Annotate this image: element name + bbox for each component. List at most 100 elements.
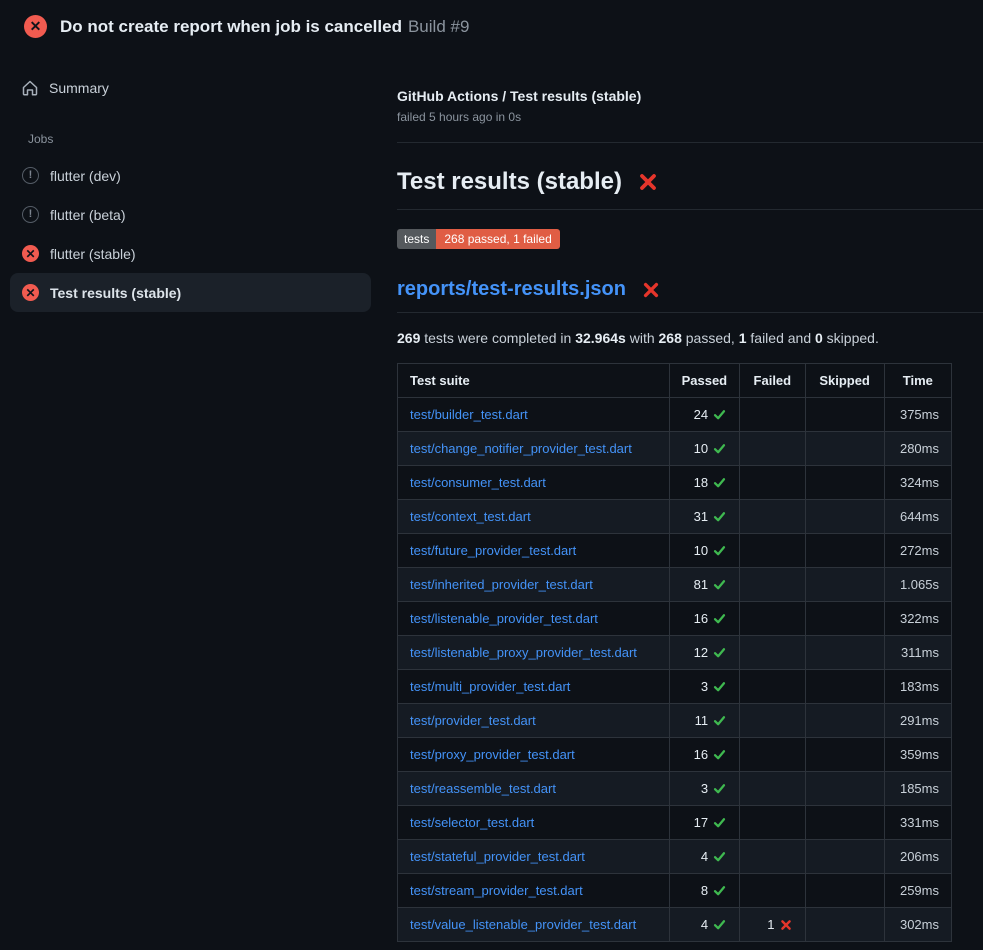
- time-cell: 291ms: [884, 704, 951, 738]
- sentence-segment: 268: [659, 330, 682, 346]
- failed-cell: [740, 466, 805, 500]
- sentence-segment: 0: [815, 330, 823, 346]
- failed-cell: [740, 670, 805, 704]
- column-header-skipped: Skipped: [805, 364, 884, 398]
- table-row: test/inherited_provider_test.dart 81 1.065…: [398, 568, 952, 602]
- time-cell: 302ms: [884, 908, 951, 942]
- failed-cell: [740, 738, 805, 772]
- test-suite-link[interactable]: test/context_test.dart: [410, 509, 531, 524]
- jobs-heading: Jobs: [0, 106, 381, 156]
- test-suite-cell: test/proxy_provider_test.dart: [398, 738, 670, 772]
- stop-icon: !: [22, 167, 39, 184]
- check-icon: [713, 918, 726, 931]
- time-cell: 359ms: [884, 738, 951, 772]
- home-icon: [22, 80, 38, 96]
- sentence-segment: 32.964s: [575, 330, 626, 346]
- sidebar: Summary Jobs !flutter (dev)!flutter (bet…: [0, 52, 381, 312]
- passed-cell: 10: [669, 432, 740, 466]
- skipped-cell: [805, 908, 884, 942]
- test-suite-link[interactable]: test/inherited_provider_test.dart: [410, 577, 593, 592]
- time-cell: 185ms: [884, 772, 951, 806]
- time-cell: 644ms: [884, 500, 951, 534]
- skipped-cell: [805, 670, 884, 704]
- skipped-cell: [805, 874, 884, 908]
- test-suite-link[interactable]: test/selector_test.dart: [410, 815, 534, 830]
- sentence-segment: skipped.: [823, 330, 879, 346]
- passed-cell: 10: [669, 534, 740, 568]
- time-cell: 280ms: [884, 432, 951, 466]
- test-suite-link[interactable]: test/listenable_provider_test.dart: [410, 611, 598, 626]
- test-suite-cell: test/provider_test.dart: [398, 704, 670, 738]
- test-suite-link[interactable]: test/multi_provider_test.dart: [410, 679, 570, 694]
- failed-cell: [740, 602, 805, 636]
- table-row: test/context_test.dart 31 644ms: [398, 500, 952, 534]
- column-header-failed: Failed: [740, 364, 805, 398]
- test-suite-cell: test/value_listenable_provider_test.dart: [398, 908, 670, 942]
- failed-cell: [740, 704, 805, 738]
- time-cell: 183ms: [884, 670, 951, 704]
- failed-cell: [740, 772, 805, 806]
- table-row: test/stateful_provider_test.dart4206ms: [398, 840, 952, 874]
- passed-cell: 16: [669, 738, 740, 772]
- sidebar-item-flutter-stable[interactable]: ✕flutter (stable): [10, 234, 371, 273]
- test-suite-cell: test/selector_test.dart: [398, 806, 670, 840]
- failed-cell: [740, 500, 805, 534]
- test-suite-link[interactable]: test/value_listenable_provider_test.dart: [410, 917, 636, 932]
- passed-cell: 31: [669, 500, 740, 534]
- check-icon: [713, 578, 726, 591]
- sidebar-item-flutter-beta[interactable]: !flutter (beta): [10, 195, 371, 234]
- passed-cell: 11: [669, 704, 740, 738]
- failed-cell: [740, 534, 805, 568]
- table-row: test/reassemble_test.dart3185ms: [398, 772, 952, 806]
- test-suite-link[interactable]: test/stateful_provider_test.dart: [410, 849, 585, 864]
- badge-label: tests: [397, 229, 436, 249]
- failed-cell: [740, 806, 805, 840]
- column-header-test-suite: Test suite: [398, 364, 670, 398]
- test-suite-link[interactable]: test/stream_provider_test.dart: [410, 883, 583, 898]
- test-suite-link[interactable]: test/listenable_proxy_provider_test.dart: [410, 645, 637, 660]
- test-suite-cell: test/future_provider_test.dart: [398, 534, 670, 568]
- check-icon: [713, 510, 726, 523]
- check-icon: [713, 816, 726, 829]
- check-icon: [713, 748, 726, 761]
- stop-icon: !: [22, 206, 39, 223]
- skipped-cell: [805, 466, 884, 500]
- test-suite-cell: test/consumer_test.dart: [398, 466, 670, 500]
- sentence-segment: 269: [397, 330, 420, 346]
- table-row: test/builder_test.dart24375ms: [398, 398, 952, 432]
- tests-badge: tests 268 passed, 1 failed: [397, 229, 560, 249]
- sidebar-item-test-results-stable[interactable]: ✕Test results (stable): [10, 273, 371, 312]
- summary-label: Summary: [49, 80, 109, 96]
- time-cell: 1.065s: [884, 568, 951, 602]
- sidebar-item-summary[interactable]: Summary: [10, 70, 371, 106]
- test-suite-link[interactable]: test/future_provider_test.dart: [410, 543, 576, 558]
- results-table: Test suitePassedFailedSkippedTime test/b…: [397, 363, 952, 942]
- test-suite-link[interactable]: test/provider_test.dart: [410, 713, 536, 728]
- passed-cell: 18: [669, 466, 740, 500]
- passed-cell: 12: [669, 636, 740, 670]
- sentence-segment: passed,: [682, 330, 739, 346]
- check-icon: [713, 714, 726, 727]
- check-icon: [713, 408, 726, 421]
- test-suite-link[interactable]: test/proxy_provider_test.dart: [410, 747, 575, 762]
- column-header-time: Time: [884, 364, 951, 398]
- test-suite-link[interactable]: test/consumer_test.dart: [410, 475, 546, 490]
- test-suite-link[interactable]: test/reassemble_test.dart: [410, 781, 556, 796]
- test-suite-link[interactable]: test/change_notifier_provider_test.dart: [410, 441, 632, 456]
- failed-cell: 1: [740, 908, 805, 942]
- skipped-cell: [805, 568, 884, 602]
- passed-cell: 81: [669, 568, 740, 602]
- time-cell: 311ms: [884, 636, 951, 670]
- x-mark-icon: [638, 172, 658, 192]
- report-title-link[interactable]: reports/test-results.json: [397, 278, 983, 313]
- skipped-cell: [805, 534, 884, 568]
- passed-cell: 17: [669, 806, 740, 840]
- test-suite-cell: test/listenable_provider_test.dart: [398, 602, 670, 636]
- test-suite-link[interactable]: test/builder_test.dart: [410, 407, 528, 422]
- x-circle-icon: ✕: [22, 245, 39, 262]
- build-number: Build #9: [408, 17, 469, 36]
- sidebar-item-flutter-dev[interactable]: !flutter (dev): [10, 156, 371, 195]
- check-icon: [713, 612, 726, 625]
- table-row: test/change_notifier_provider_test.dart 1…: [398, 432, 952, 466]
- x-mark-icon: [780, 919, 792, 931]
